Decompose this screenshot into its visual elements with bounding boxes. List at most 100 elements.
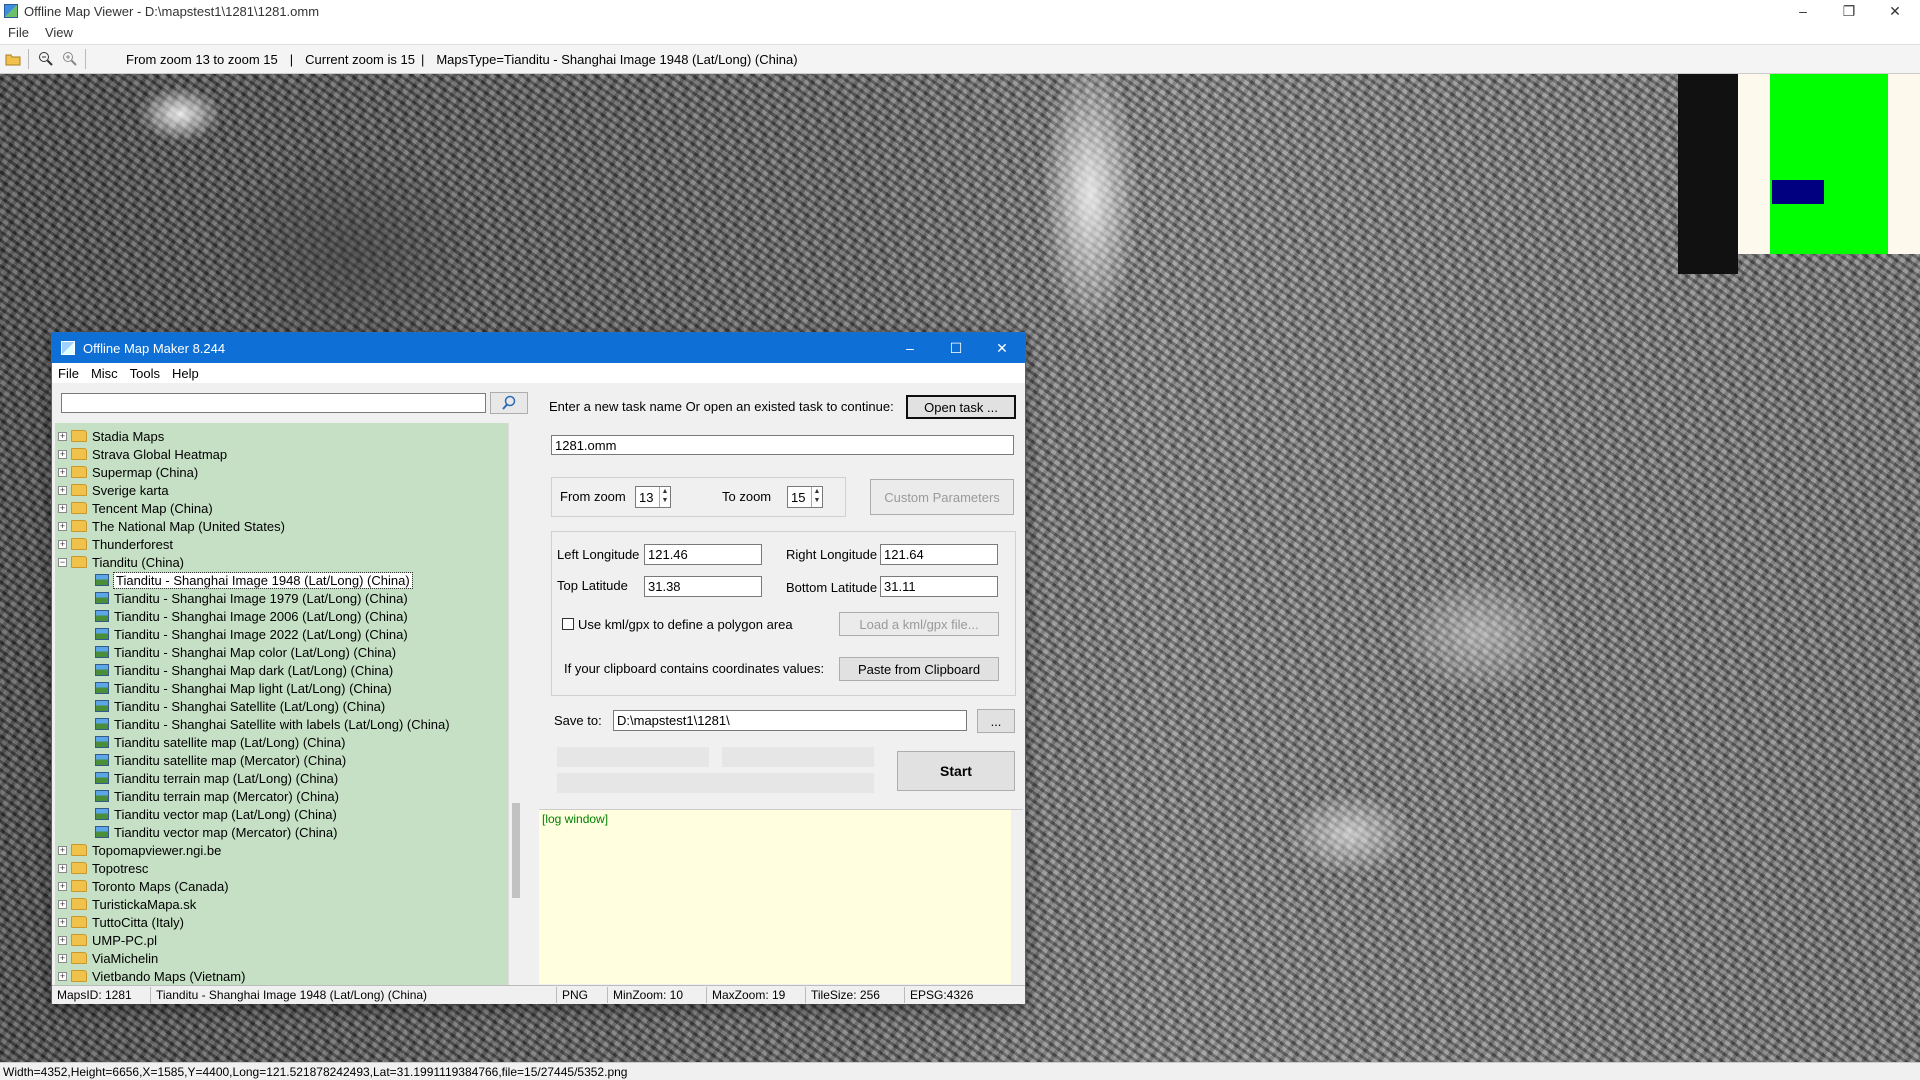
tree-map-item[interactable]: Tianditu vector map (Lat/Long) (China) [95,805,337,823]
map-search-input[interactable] [61,393,486,413]
tree-folder-item[interactable]: + TuttoCitta (Italy) [58,913,184,931]
search-button[interactable] [490,392,528,414]
folder-icon [71,520,87,532]
spin-down-icon[interactable]: ▼ [812,496,822,505]
to-zoom-spinner[interactable]: ▲ ▼ [811,487,822,507]
close-icon[interactable]: ✕ [1872,0,1918,22]
from-zoom-input[interactable]: 13 ▲ ▼ [635,486,671,508]
bottom-latitude-input[interactable]: 31.11 [880,576,998,597]
task-name-input[interactable]: 1281.omm [551,435,1014,455]
tree-folder-item[interactable]: + Topomapviewer.ngi.be [58,841,221,859]
kml-checkbox[interactable] [562,618,574,630]
open-folder-icon[interactable] [2,48,24,70]
tree-folder-item[interactable]: + Vietbando Maps (Vietnam) [58,967,245,985]
dialog-status: MapsID: 1281 Tianditu - Shanghai Image 1… [52,985,1025,1004]
expand-icon[interactable]: + [58,449,67,459]
expand-icon[interactable]: + [58,971,67,981]
expand-icon[interactable]: + [58,881,67,891]
overview-viewport[interactable] [1772,180,1824,204]
expand-icon[interactable]: + [58,899,67,909]
tree-folder-item[interactable]: + ViaMichelin [58,949,158,967]
tree-map-item[interactable]: Tianditu - Shanghai Image 2006 (Lat/Long… [95,607,408,625]
tree-map-item[interactable]: Tianditu satellite map (Mercator) (China… [95,751,346,769]
tree-folder-item[interactable]: + Thunderforest [58,535,173,553]
log-scrollbar[interactable] [1011,810,1023,984]
tree-folder-item[interactable]: + Stadia Maps [58,427,164,445]
map-icon [95,610,109,622]
expand-icon[interactable]: + [58,539,67,549]
tree-map-item[interactable]: Tianditu terrain map (Mercator) (China) [95,787,339,805]
dialog-menu-file[interactable]: File [52,366,85,381]
tree-map-item[interactable]: Tianditu satellite map (Lat/Long) (China… [95,733,345,751]
expand-icon[interactable]: + [58,467,67,477]
expand-icon[interactable]: + [58,503,67,513]
log-window[interactable]: [log window] [539,809,1023,984]
spin-up-icon[interactable]: ▲ [660,487,670,496]
menu-view[interactable]: View [37,25,81,40]
right-longitude-input[interactable]: 121.64 [880,544,998,565]
tree-map-item[interactable]: Tianditu - Shanghai Image 1979 (Lat/Long… [95,589,408,607]
tree-folder-item[interactable]: + Supermap (China) [58,463,198,481]
start-button[interactable]: Start [897,751,1015,791]
tree-map-item[interactable]: Tianditu - Shanghai Image 1948 (Lat/Long… [95,571,413,589]
tree-map-item[interactable]: Tianditu - Shanghai Image 2022 (Lat/Long… [95,625,408,643]
collapse-icon[interactable]: − [58,557,67,567]
dialog-menu-misc[interactable]: Misc [85,366,124,381]
tree-folder-item[interactable]: + Topotresc [58,859,148,877]
tree-scrollbar[interactable] [508,423,523,997]
browse-button[interactable]: ... [977,709,1015,733]
dialog-app-icon [61,341,75,355]
expand-icon[interactable]: + [58,431,67,441]
spin-up-icon[interactable]: ▲ [812,487,822,496]
tree-map-item[interactable]: Tianditu - Shanghai Map color (Lat/Long)… [95,643,396,661]
expand-icon[interactable]: + [58,953,67,963]
dialog-close-icon[interactable]: ✕ [979,333,1025,363]
open-task-button[interactable]: Open task ... [906,395,1016,419]
minimize-icon[interactable]: – [1780,0,1826,22]
tree-map-item[interactable]: Tianditu - Shanghai Satellite (Lat/Long)… [95,697,385,715]
dialog-menu-tools[interactable]: Tools [124,366,166,381]
tree-map-item[interactable]: Tianditu vector map (Mercator) (China) [95,823,337,841]
dialog-minimize-icon[interactable]: – [887,333,933,363]
zoom-in-icon[interactable] [59,48,81,70]
expand-icon[interactable]: + [58,485,67,495]
tree-folder-item[interactable]: + Sverige karta [58,481,169,499]
dialog-menu-help[interactable]: Help [166,366,205,381]
expand-icon[interactable]: + [58,917,67,927]
left-longitude-input[interactable]: 121.46 [644,544,762,565]
menu-file[interactable]: File [0,25,37,40]
folder-icon [71,502,87,514]
expand-icon[interactable]: + [58,935,67,945]
restore-icon[interactable]: ❐ [1826,0,1872,22]
tree-folder-item[interactable]: + TuristickaMapa.sk [58,895,196,913]
zoom-out-icon[interactable] [35,48,57,70]
custom-parameters-button[interactable]: Custom Parameters [870,479,1014,515]
top-latitude-input[interactable]: 31.38 [644,576,762,597]
dialog-maximize-icon[interactable]: ☐ [933,333,979,363]
tree-folder-item[interactable]: + The National Map (United States) [58,517,285,535]
map-provider-tree[interactable]: + Stadia Maps + Strava Global Heatmap + Super… [55,423,523,997]
tree-folder-item[interactable]: − Tianditu (China) [58,553,184,571]
tree-map-item[interactable]: Tianditu - Shanghai Map light (Lat/Long)… [95,679,392,697]
tree-map-item[interactable]: Tianditu - Shanghai Satellite with label… [95,715,450,733]
tree-folder-item[interactable]: + Toronto Maps (Canada) [58,877,229,895]
load-kml-button[interactable]: Load a kml/gpx file... [839,612,999,636]
overview-map[interactable] [1678,74,1920,274]
from-zoom-spinner[interactable]: ▲ ▼ [659,487,670,507]
tree-item-label: Tianditu - Shanghai Satellite (Lat/Long)… [114,698,386,714]
save-to-input[interactable]: D:\mapstest1\1281\ [613,710,967,731]
tree-folder-item[interactable]: + Strava Global Heatmap [58,445,227,463]
tree-map-item[interactable]: Tianditu - Shanghai Map dark (Lat/Long) … [95,661,393,679]
dialog-titlebar: Offline Map Maker 8.244 – ☐ ✕ [52,333,1025,363]
tree-folder-item[interactable]: + Tencent Map (China) [58,499,213,517]
expand-icon[interactable]: + [58,521,67,531]
expand-icon[interactable]: + [58,863,67,873]
expand-icon[interactable]: + [58,845,67,855]
paste-clipboard-button[interactable]: Paste from Clipboard [839,657,999,681]
tree-folder-item[interactable]: + UMP-PC.pl [58,931,157,949]
tree-scroll-thumb[interactable] [512,803,520,898]
folder-icon [71,484,87,496]
spin-down-icon[interactable]: ▼ [660,496,670,505]
to-zoom-input[interactable]: 15 ▲ ▼ [787,486,823,508]
tree-map-item[interactable]: Tianditu terrain map (Lat/Long) (China) [95,769,338,787]
